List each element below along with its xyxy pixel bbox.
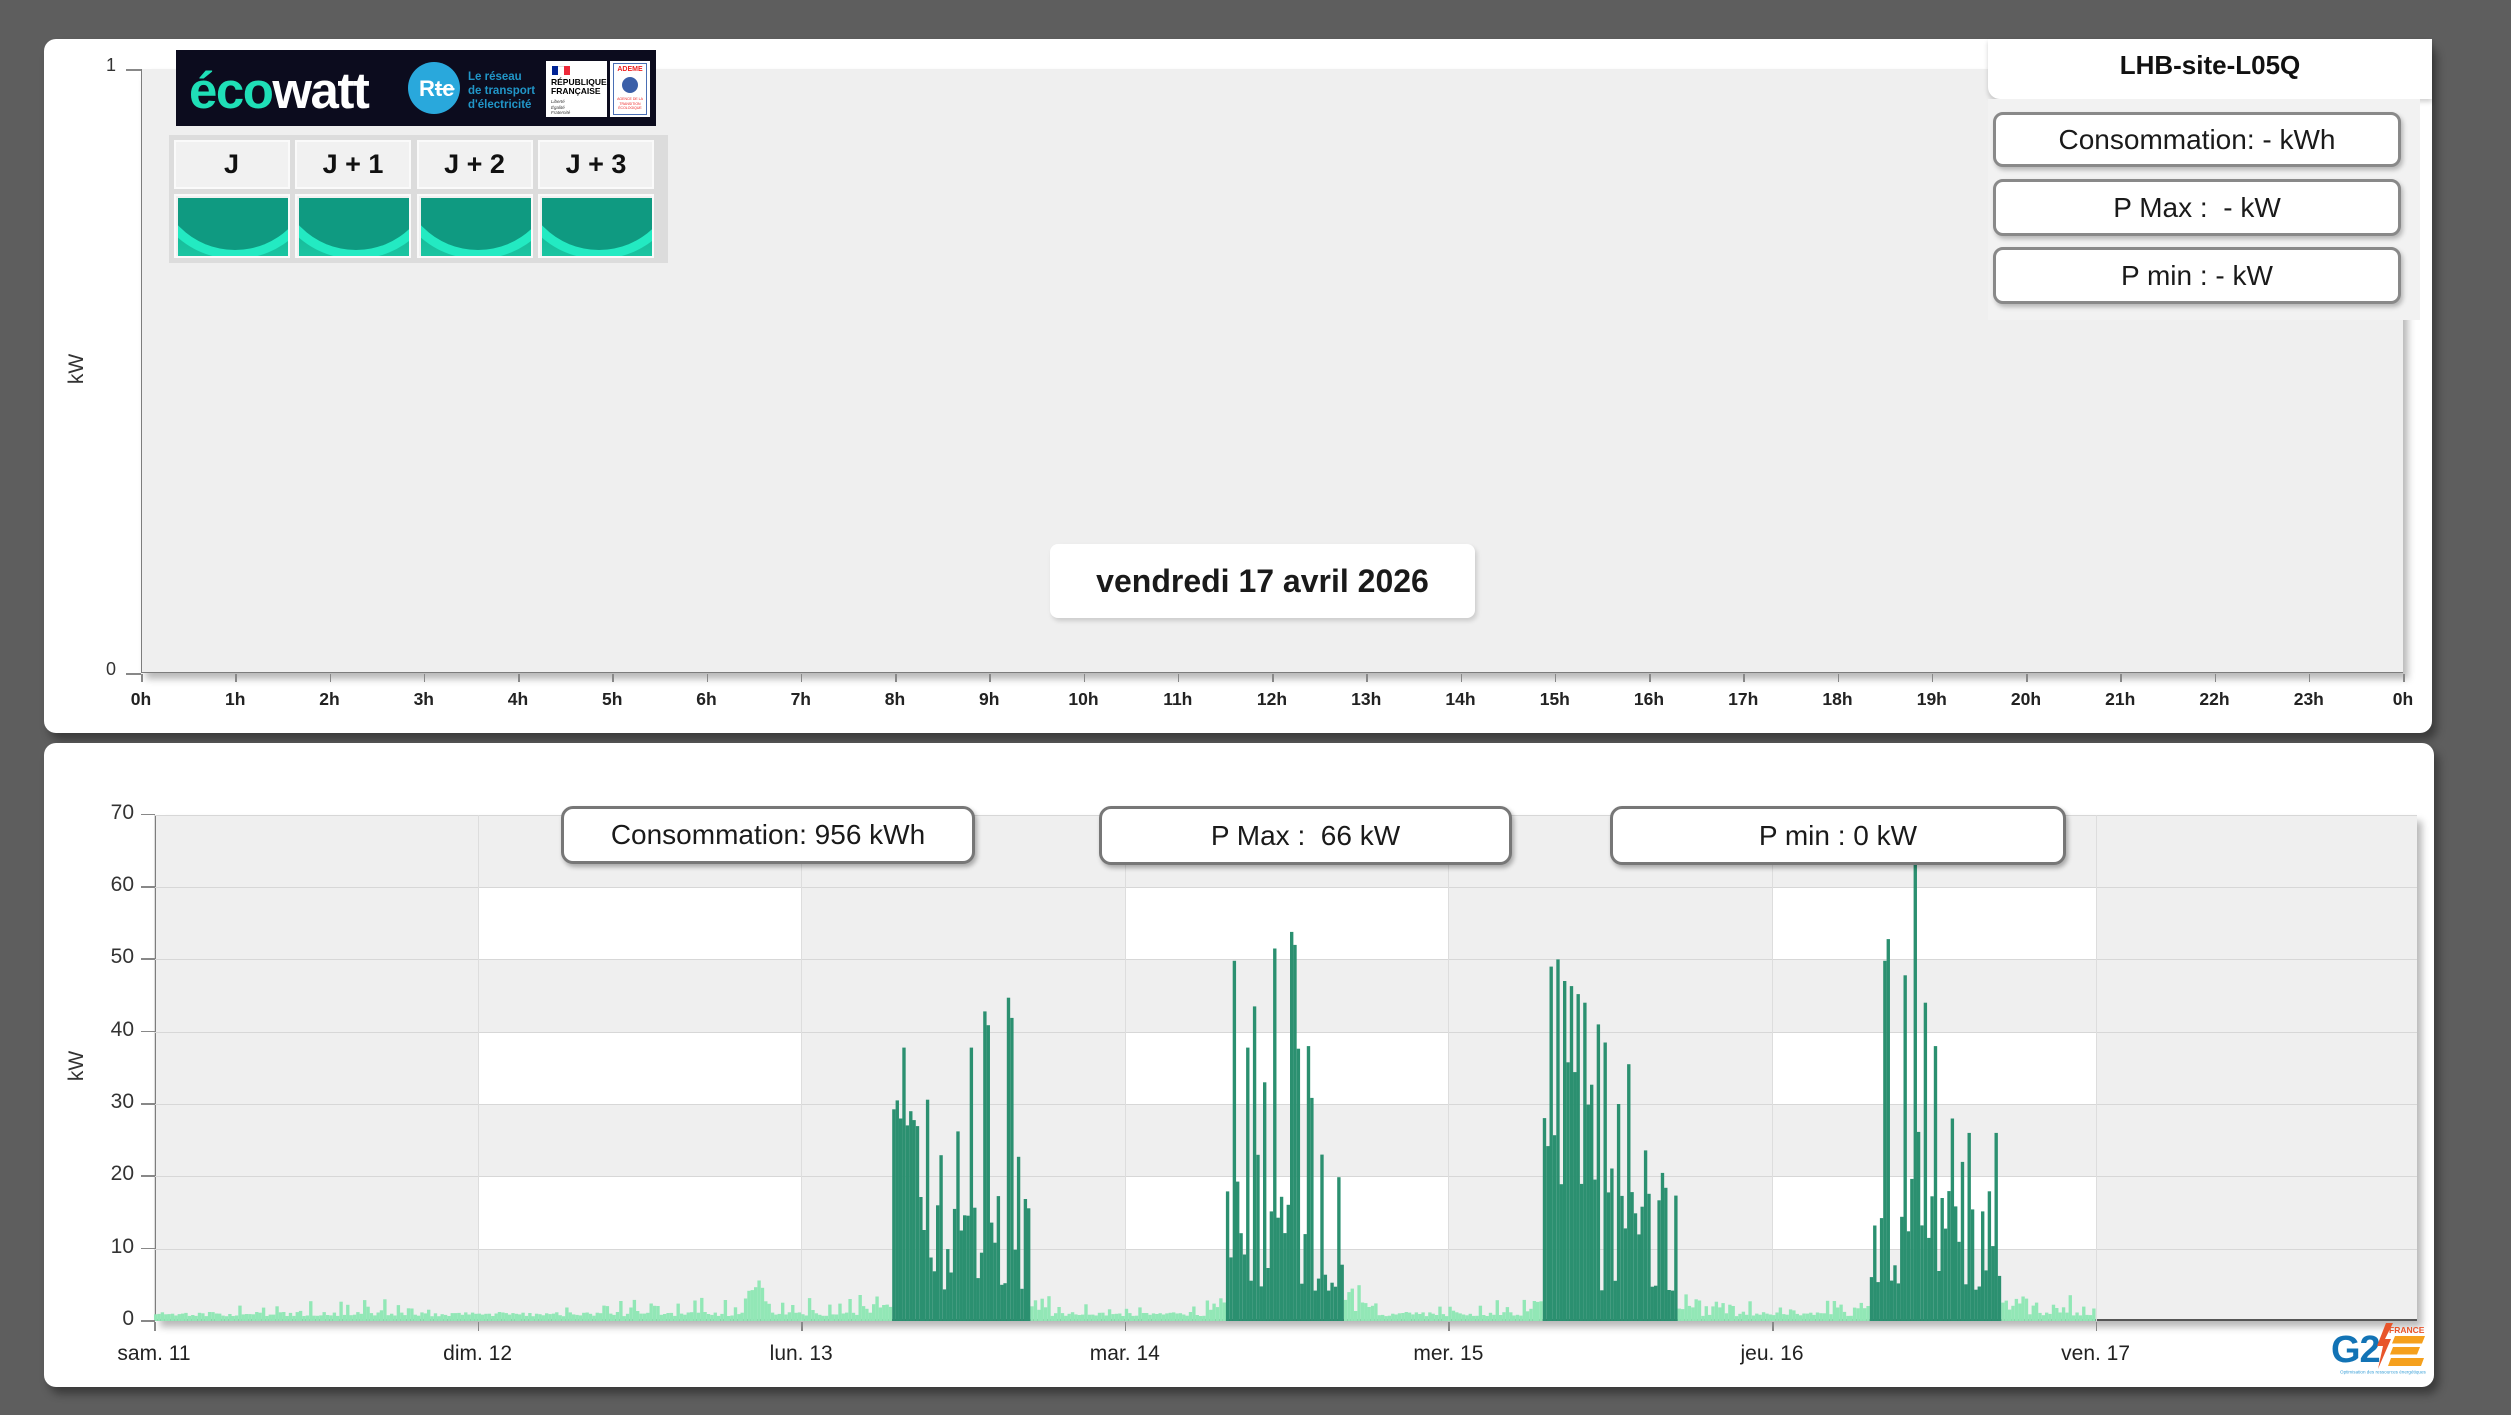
svg-text:G2: G2 <box>2331 1329 2380 1371</box>
svg-text:FRANCE: FRANCE <box>2389 1325 2425 1335</box>
svg-text:Optimisation des ressources én: Optimisation des ressources énergétiques <box>2340 1370 2426 1375</box>
